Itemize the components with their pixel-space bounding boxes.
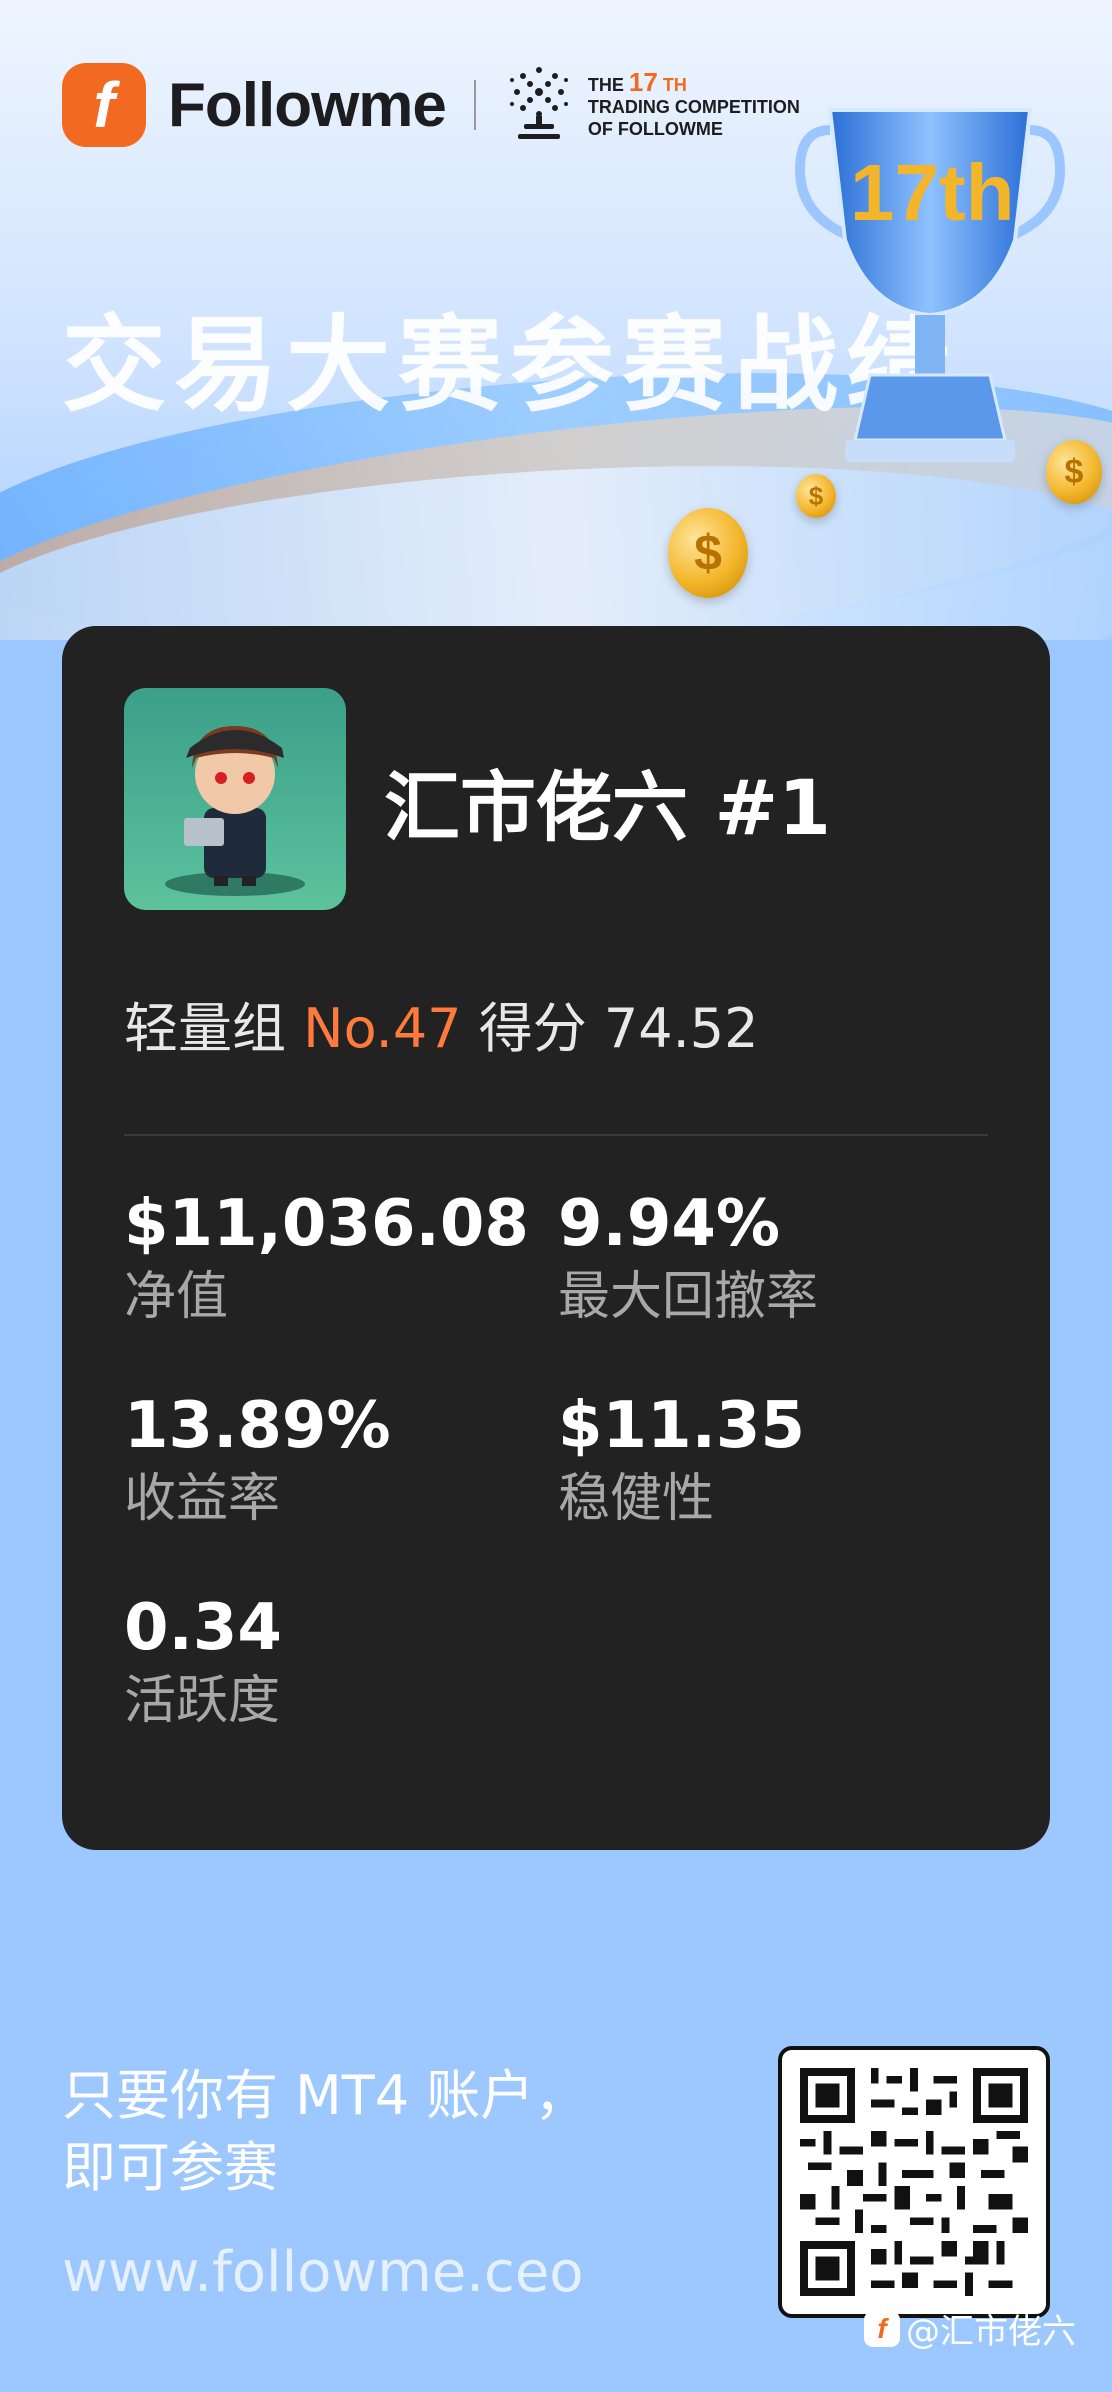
stat-label: 收益率	[124, 1469, 281, 1529]
competition-line2: TRADING COMPETITION	[587, 96, 800, 117]
followme-logo-icon: f	[62, 63, 146, 147]
score-label: 得分	[478, 997, 587, 1060]
stat-equity: $11,036.08 净值	[124, 1186, 529, 1330]
header-separator	[473, 80, 476, 130]
group-label: 轻量组	[124, 997, 286, 1060]
qr-code[interactable]	[778, 2046, 1050, 2318]
avatar-character-icon	[165, 726, 305, 896]
cta-line: 即可参赛	[62, 2136, 278, 2199]
avatar[interactable]	[124, 688, 346, 910]
score-value: 74.52	[603, 997, 759, 1060]
header-logo-group: f Followme THE 17 TH TRADING COMPETITION	[62, 60, 800, 150]
competition-globe-icon	[509, 67, 568, 139]
brand-name: Followme	[168, 70, 447, 140]
stat-label: 最大回撤率	[558, 1267, 819, 1327]
coin-decoration: $	[668, 508, 748, 598]
competition-number: 17	[628, 66, 658, 97]
coin-decoration: $	[1046, 440, 1102, 504]
trophy-icon: 17th	[794, 108, 1066, 462]
watermark: f @汇市佬六	[864, 2304, 1076, 2353]
trophy-label: 17th	[850, 148, 1015, 237]
qr-code-icon	[800, 2068, 1028, 2296]
rank-number: No.47	[303, 997, 462, 1060]
stat-activity: 0.34 活跃度	[124, 1590, 282, 1734]
cta-text: 只要你有 MT4 账户， 即可参赛	[62, 2060, 588, 2204]
website-link[interactable]: www.followme.ceo	[62, 2240, 584, 2305]
stat-label: 活跃度	[124, 1671, 281, 1731]
result-card: 汇市佬六 #1 轻量组 No.47 得分 74.52 $11,036.08 净值…	[62, 626, 1050, 1850]
card-divider	[124, 1134, 988, 1136]
competition-prefix: THE	[587, 74, 624, 95]
competition-title: THE 17 TH TRADING COMPETITION OF FOLLOWM…	[587, 69, 800, 140]
rank-line: 轻量组 No.47 得分 74.52	[124, 984, 758, 1063]
stat-stability: $11.35 稳健性	[558, 1388, 805, 1532]
competition-line3: OF FOLLOWME	[587, 118, 723, 139]
competition-suffix: TH	[662, 74, 687, 95]
stat-value: 0.34	[124, 1591, 282, 1665]
hero-banner: f Followme THE 17 TH TRADING COMPETITION	[0, 0, 1112, 640]
stat-max-drawdown: 9.94% 最大回撤率	[558, 1186, 818, 1330]
cta-line: 只要你有 MT4 账户，	[62, 2064, 589, 2127]
stat-label: 稳健性	[558, 1469, 715, 1529]
stat-return-rate: 13.89% 收益率	[124, 1388, 391, 1532]
coin-decoration: $	[796, 474, 836, 518]
stat-value: $11.35	[558, 1389, 805, 1463]
followme-logo-icon: f	[864, 2310, 900, 2347]
stat-label: 净值	[124, 1267, 229, 1327]
stat-value: 13.89%	[124, 1389, 391, 1463]
stat-value: $11,036.08	[124, 1187, 529, 1261]
user-name: 汇市佬六 #1	[384, 763, 832, 852]
stat-value: 9.94%	[558, 1187, 781, 1261]
watermark-text: @汇市佬六	[906, 2312, 1076, 2352]
